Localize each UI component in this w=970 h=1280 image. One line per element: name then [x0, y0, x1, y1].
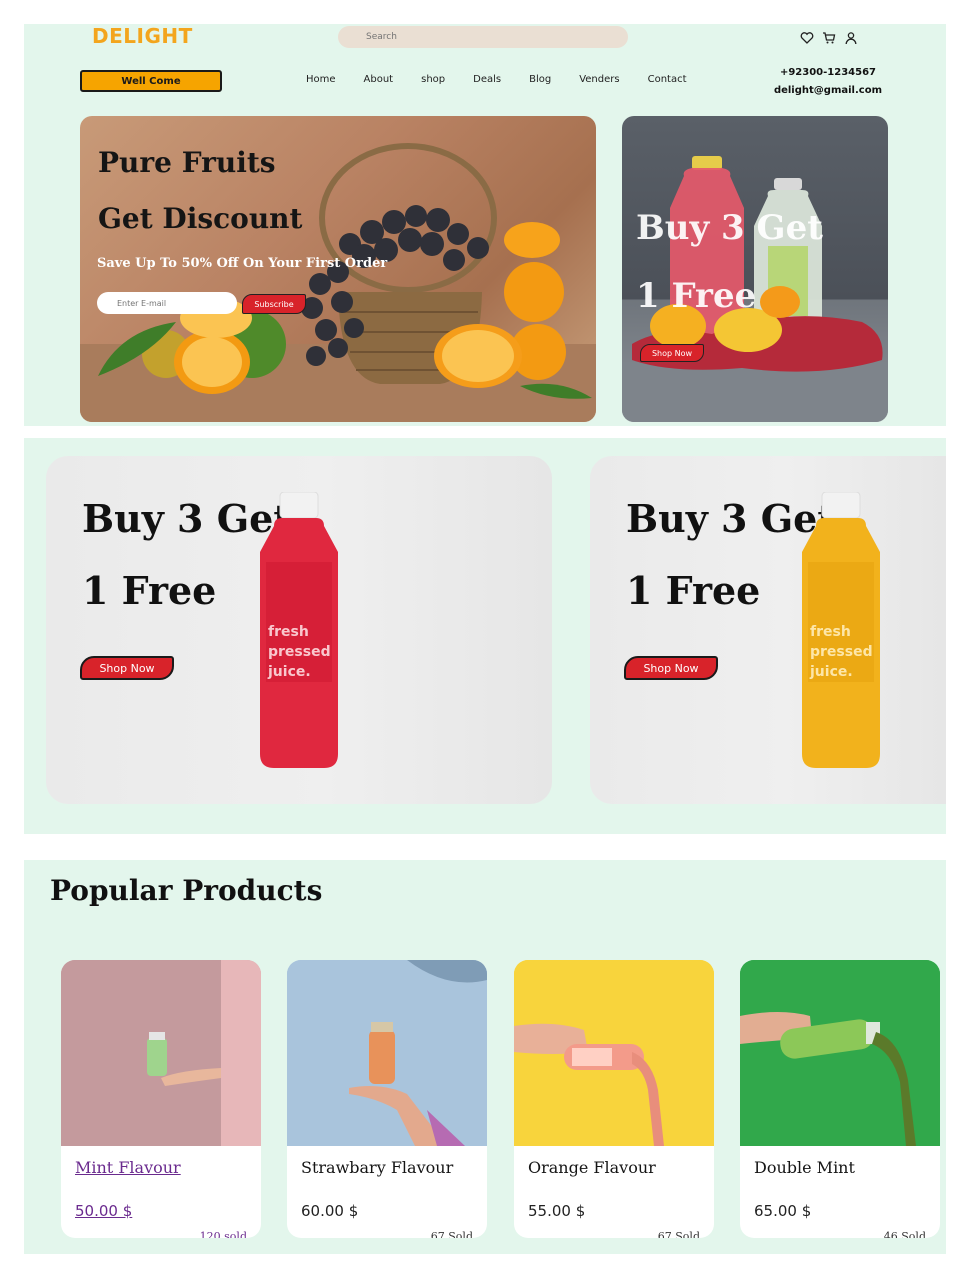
nav-blog[interactable]: Blog — [529, 74, 551, 85]
logo[interactable]: DELIGHT — [92, 24, 193, 48]
promo-line2: 1 Free — [626, 568, 761, 613]
header-icons — [800, 30, 858, 45]
product-sold-count: 120 sold — [199, 1230, 247, 1238]
subscribe-button[interactable]: Subscribe — [242, 294, 306, 314]
welcome-button[interactable]: Well Come — [80, 70, 222, 92]
juice-bottles-image — [622, 156, 888, 422]
search-input[interactable] — [338, 26, 628, 48]
product-card-mint[interactable]: Mint Flavour 50.00 $ 120 sold — [61, 960, 261, 1238]
bottle-label-line: pressed — [268, 644, 331, 660]
bottle-label-line: juice. — [268, 664, 311, 680]
section-title: Popular Products — [50, 874, 323, 907]
bottle-label: fresh pressed juice. — [268, 622, 338, 682]
promo-line2: 1 Free — [82, 568, 217, 613]
nav-shop[interactable]: shop — [421, 74, 445, 85]
nav-home[interactable]: Home — [306, 74, 336, 85]
hero-subtitle: Save Up To 50% Off On Your First Order — [97, 256, 388, 271]
product-name[interactable]: Double Mint — [754, 1158, 855, 1177]
popular-products-section: Popular Products Mint Flavour 50.00 $ 12… — [24, 860, 946, 1254]
product-sold-count: 67 Sold — [430, 1230, 473, 1238]
bottle-label-line: fresh — [810, 624, 851, 640]
product-card-strawbary[interactable]: Strawbary Flavour 60.00 $ 67 Sold — [287, 960, 487, 1238]
cart-icon[interactable] — [822, 30, 836, 44]
phone-number: +92300-1234567 — [779, 67, 876, 78]
hero-title-line1: Pure Fruits — [98, 146, 276, 179]
side-banner-line1: Buy 3 Get — [636, 208, 823, 248]
product-card-orange[interactable]: Orange Flavour 55.00 $ 67 Sold — [514, 960, 714, 1238]
product-sold-count: 67 Sold — [657, 1230, 700, 1238]
shop-now-button[interactable]: Shop Now — [624, 656, 718, 680]
user-icon[interactable] — [844, 30, 858, 45]
promo-section: Buy 3 Get 1 Free Shop Now fresh pressed … — [24, 438, 946, 834]
promo-card: Buy 3 Get 1 Free Shop Now fresh pressed … — [46, 456, 552, 804]
email-field[interactable] — [97, 292, 237, 314]
heart-icon[interactable] — [800, 30, 814, 44]
side-banner-line2: 1 Free — [636, 276, 757, 316]
product-price: 55.00 $ — [528, 1202, 586, 1220]
bottle-label-line: pressed — [810, 644, 873, 660]
product-name[interactable]: Orange Flavour — [528, 1158, 656, 1177]
side-shop-now-button[interactable]: Shop Now — [640, 344, 704, 362]
product-image — [514, 960, 714, 1146]
product-price: 60.00 $ — [301, 1202, 359, 1220]
product-name[interactable]: Mint Flavour — [75, 1158, 181, 1177]
header-section: DELIGHT Well Come Home About shop Deals … — [24, 24, 946, 426]
hero-title-line2: Get Discount — [98, 202, 303, 235]
product-image — [61, 960, 261, 1146]
bottle-label: fresh pressed juice. — [810, 622, 880, 682]
product-image — [740, 960, 940, 1146]
hero-banner: Pure Fruits Get Discount Save Up To 50% … — [80, 116, 596, 422]
contact-info: +92300-1234567 delight@gmail.com — [774, 64, 882, 100]
side-banner: Buy 3 Get 1 Free Shop Now — [622, 116, 888, 422]
promo-card: Buy 3 Get 1 Free Shop Now fresh pressed … — [590, 456, 946, 804]
nav-deals[interactable]: Deals — [473, 74, 501, 85]
product-card-double-mint[interactable]: Double Mint 65.00 $ 46 Sold — [740, 960, 940, 1238]
product-name[interactable]: Strawbary Flavour — [301, 1158, 453, 1177]
nav-venders[interactable]: Venders — [579, 74, 619, 85]
main-nav: Home About shop Deals Blog Venders Conta… — [306, 74, 715, 85]
bottle-label-line: fresh — [268, 624, 309, 640]
shop-now-button[interactable]: Shop Now — [80, 656, 174, 680]
product-sold-count: 46 Sold — [883, 1230, 926, 1238]
product-price: 50.00 $ — [75, 1202, 133, 1220]
contact-email[interactable]: delight@gmail.com — [774, 82, 882, 100]
nav-contact[interactable]: Contact — [648, 74, 687, 85]
product-image — [287, 960, 487, 1146]
product-price: 65.00 $ — [754, 1202, 812, 1220]
bottle-label-line: juice. — [810, 664, 853, 680]
nav-about[interactable]: About — [364, 74, 394, 85]
